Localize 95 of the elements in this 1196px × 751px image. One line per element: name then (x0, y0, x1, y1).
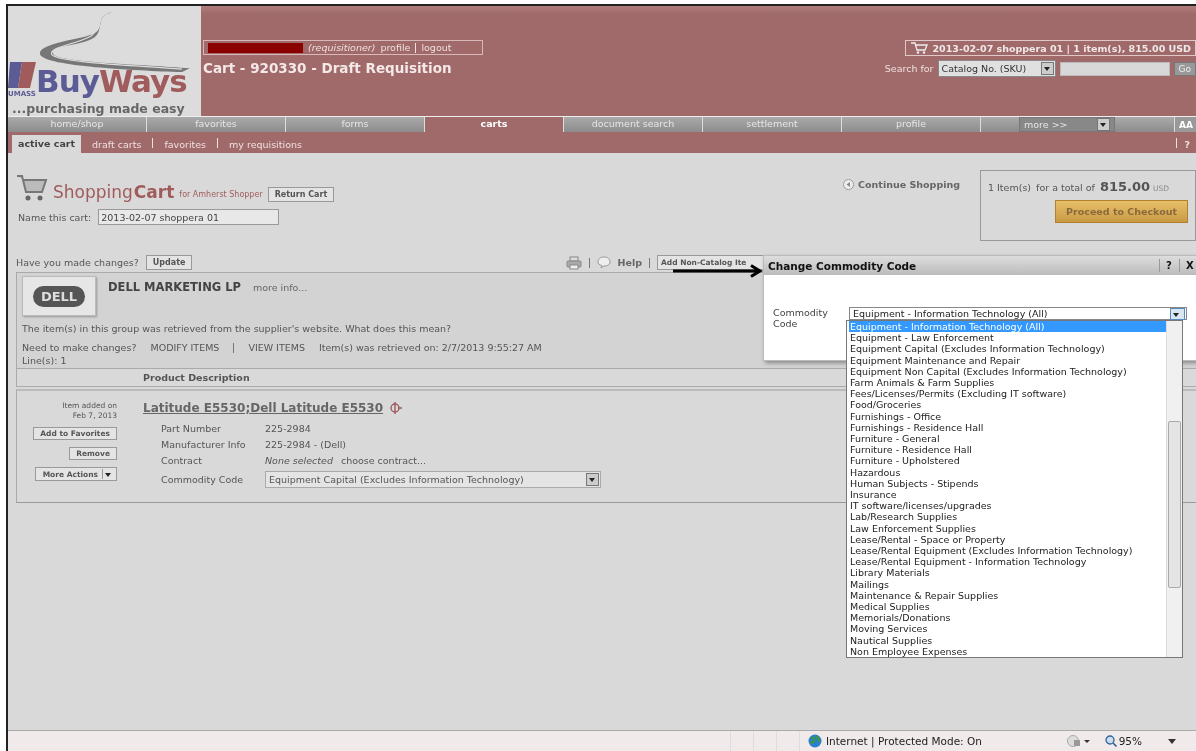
modify-items-link[interactable]: MODIFY ITEMS (150, 342, 220, 353)
return-cart-button[interactable]: Return Cart (267, 187, 335, 202)
dropdown-option[interactable]: Equipment Capital (Excludes Information Technology) (849, 343, 1166, 355)
subnav-tab[interactable]: my requisitions (225, 136, 306, 153)
supplier-note: The item(s) in this group was retrieved from the supplier's website. What does this mean? (22, 323, 452, 334)
dropdown-option[interactable]: Non Employee Expenses (849, 645, 1166, 657)
scrollbar[interactable] (1166, 321, 1182, 657)
dropdown-option[interactable]: Equipment Maintenance and Repair (849, 354, 1166, 366)
commodity-label: Commodity Code (773, 307, 829, 329)
dropdown-option[interactable]: Lease/Rental - Space or Property (849, 533, 1166, 546)
shopping-cart-icon (16, 174, 48, 202)
commodity-select[interactable]: Equipment - Information Technology (All) (849, 307, 1187, 320)
dropdown-option[interactable]: Library Materials (849, 567, 1166, 579)
dialog-help-button[interactable]: ? (1159, 259, 1177, 272)
dropdown-option[interactable]: Furnishings - Office (849, 410, 1166, 422)
subnav-tab[interactable]: favorites (160, 136, 211, 153)
subnav-tab[interactable]: draft carts (88, 136, 146, 153)
dropdown-option[interactable]: Maintenance & Repair Supplies (849, 589, 1166, 602)
cart-icon (909, 42, 928, 54)
cart-name-label: Name this cart: (18, 211, 92, 223)
dropdown-option[interactable]: Fees/Licenses/Permits (Excluding IT software) (849, 388, 1166, 400)
caret-icon[interactable] (1168, 738, 1176, 744)
cart-owner: for Amherst Shopper (179, 190, 263, 199)
dropdown-option[interactable]: Human Subjects - Stipends (849, 477, 1166, 490)
column-header: Product Description (143, 372, 250, 383)
search-label: Search for (884, 63, 934, 74)
page-title: Cart - 920330 - Draft Requisition (203, 60, 453, 76)
contract-value: None selected (265, 455, 333, 466)
dropdown-option[interactable]: Hazardous (849, 466, 1166, 478)
view-items-link[interactable]: VIEW ITEMS (248, 342, 305, 353)
logo-word: Buy (36, 64, 99, 98)
subnav-tab[interactable]: active cart (12, 135, 82, 153)
dropdown-option[interactable]: Furniture - Upholstered (849, 455, 1166, 467)
update-button[interactable]: Update (145, 255, 193, 270)
changes-question: Have you made changes? (16, 257, 139, 268)
dropdown-option[interactable]: Memorials/Donations (849, 612, 1166, 624)
print-icon[interactable] (565, 255, 582, 270)
retrieved-date: Item(s) was retrieved on: 2/7/2013 9:55:27 AM (318, 342, 542, 353)
dropdown-option[interactable]: Farm Animals & Farm Supplies (849, 377, 1166, 389)
nav-tab[interactable]: carts (425, 117, 564, 132)
header-link[interactable]: profile (380, 42, 411, 53)
dropdown-option[interactable]: Insurance (849, 489, 1166, 501)
changes-prompt: Need to make changes? (22, 342, 137, 353)
zoom-level[interactable]: 95% (1118, 735, 1142, 747)
target-icon (389, 401, 404, 415)
logo-slogan: ...purchasing made easy (12, 101, 185, 116)
total-amount: 815.00 (1099, 179, 1151, 194)
commodity-select[interactable]: Equipment Capital (Excludes Information Technology) (265, 471, 601, 488)
total-label: for a total of (1036, 182, 1095, 193)
dropdown-option[interactable]: Furnishings - Residence Hall (849, 421, 1166, 434)
dropdown-option[interactable]: Equipment Non Capital (Excludes Information Technology) (849, 365, 1166, 377)
search-type-select[interactable]: Catalog No. (SKU) (937, 60, 1056, 77)
dropdown-option[interactable]: Food/Groceries (849, 399, 1166, 411)
dialog-title: Change Commodity Code (768, 259, 917, 272)
field-value: 225-2984 (265, 423, 312, 434)
field-label: Part Number (161, 423, 222, 434)
dropdown-option[interactable]: Medical Supplies (849, 601, 1166, 613)
security-zone: Internet | Protected Mode: On (826, 735, 982, 747)
cart-summary[interactable]: 2013-02-07 shoppera 01 | 1 item(s), 815.00 USD (904, 40, 1196, 56)
user-role: (requisitioner) (308, 42, 376, 53)
cart-title-word: Cart (133, 182, 175, 202)
dropdown-option[interactable]: Nautical Supplies (849, 634, 1166, 646)
dropdown-option[interactable]: Furniture - General (849, 433, 1166, 445)
cart-name-field[interactable]: 2013-02-07 shoppera 01 (98, 209, 280, 225)
line-count: Line(s): 1 (22, 355, 67, 366)
choose-contract-link[interactable]: choose contract... (340, 455, 427, 466)
field-label: Commodity Code (161, 474, 245, 485)
field-value: 225-2984 - (Dell) (265, 439, 348, 450)
zoom-icon (1104, 735, 1117, 747)
dropdown-option[interactable]: Equipment - Law Enforcement (849, 332, 1166, 344)
header-link[interactable]: logout (421, 42, 452, 53)
dropdown-option[interactable]: Lease/Rental Equipment - Information Technology (849, 556, 1166, 568)
supplier-name: DELL MARKETING LP (108, 280, 241, 294)
help-icon (596, 256, 611, 269)
continue-shopping-link[interactable]: Continue Shopping (843, 179, 960, 190)
cart-title-word: Shopping (53, 182, 133, 202)
field-label: Contract (161, 455, 203, 466)
dropdown-option[interactable]: Moving Services (849, 623, 1166, 635)
dropdown-option[interactable]: Law Enforcement Supplies (849, 522, 1166, 534)
help-link[interactable]: Help (617, 257, 642, 268)
item-count: 1 Item(s) (988, 182, 1032, 193)
dropdown-option[interactable]: IT software/licenses/upgrades (849, 500, 1166, 512)
supplier-logo: DELL (22, 276, 96, 316)
more-info-link[interactable]: more info... (253, 282, 308, 293)
search-field[interactable] (1059, 61, 1170, 76)
dropdown-option[interactable]: Furniture - Residence Hall (849, 444, 1166, 456)
umass-emblem-icon (8, 60, 36, 90)
field-label: Manufacturer Info (161, 439, 247, 450)
close-button[interactable]: X (1179, 259, 1196, 272)
dropdown-option[interactable]: Lab/Research Supplies (849, 511, 1166, 523)
product-title-link[interactable]: Latitude E5530;Dell Latitude E5530 (143, 401, 384, 415)
dropdown-option[interactable]: Mailings (849, 578, 1166, 590)
logo-word: Ways (98, 64, 187, 98)
dropdown-option[interactable]: Lease/Rental Equipment (Excludes Information Technology) (849, 545, 1166, 557)
globe-icon (808, 734, 822, 748)
